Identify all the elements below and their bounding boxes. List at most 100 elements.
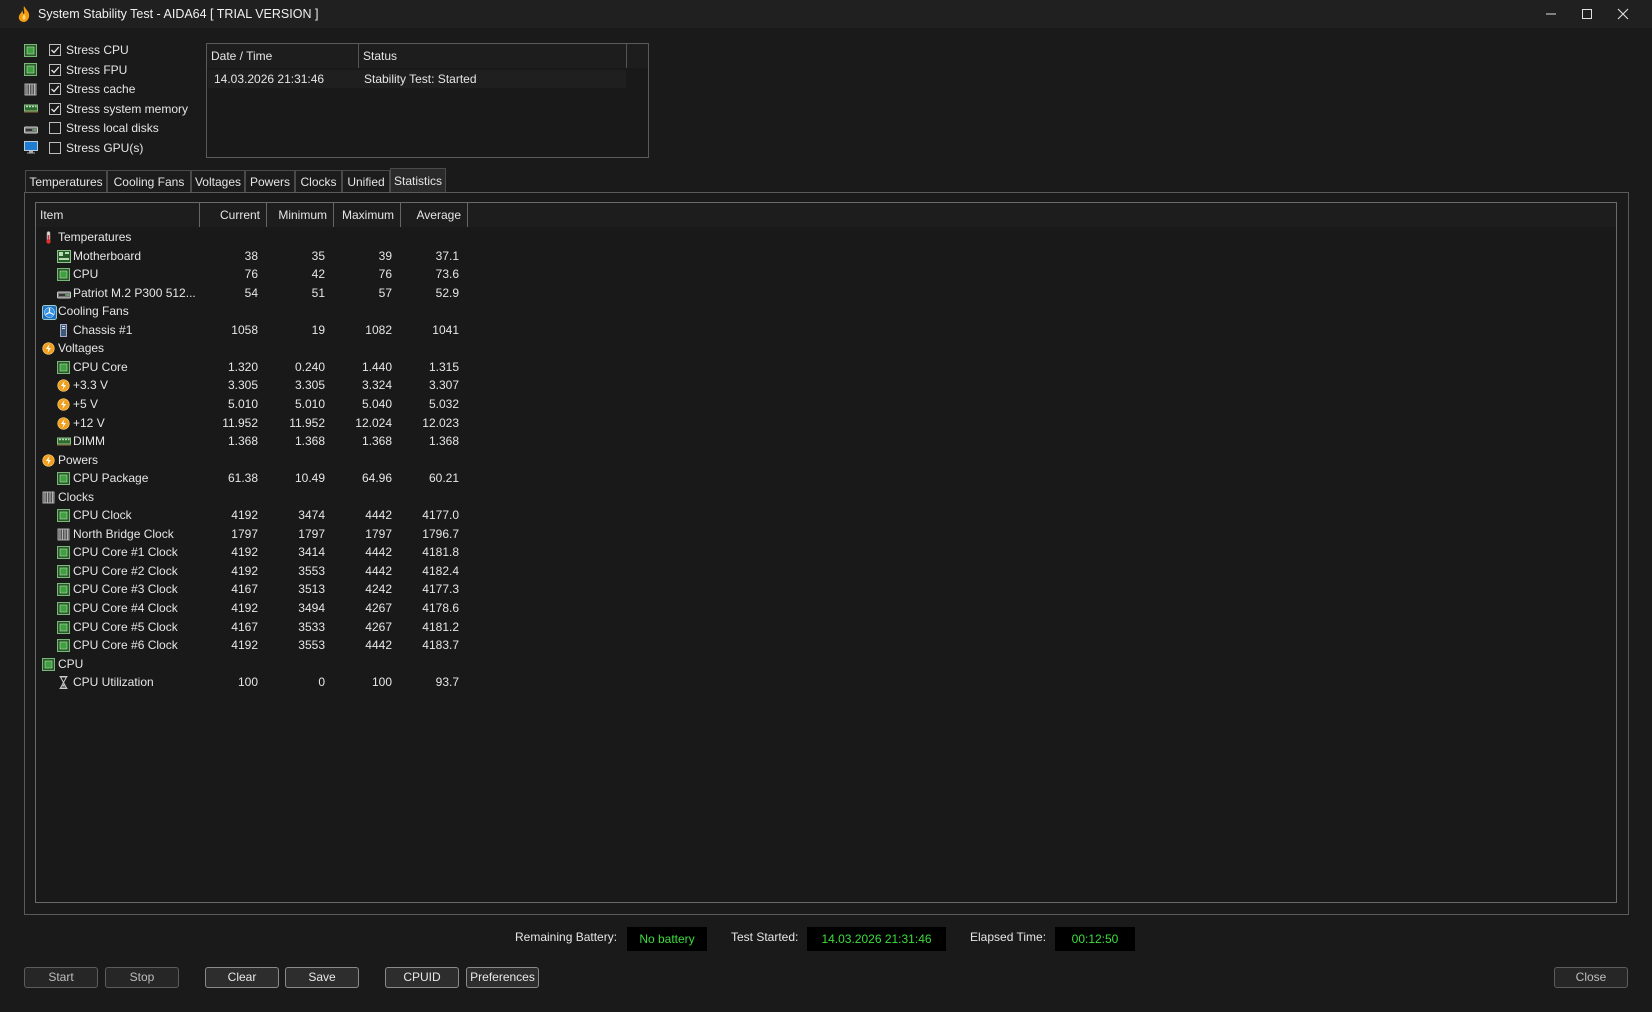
hourglass-icon bbox=[57, 676, 70, 690]
log-col-datetime[interactable]: Date / Time bbox=[207, 44, 359, 68]
group-row[interactable]: Clocks bbox=[36, 488, 1616, 507]
table-row[interactable]: CPU Core #1 Clock 4192 3414 4442 4181.8 bbox=[36, 543, 1616, 562]
table-row[interactable]: CPU Core #3 Clock 4167 3513 4242 4177.3 bbox=[36, 580, 1616, 599]
table-row[interactable]: +5 V 5.010 5.010 5.040 5.032 bbox=[36, 395, 1616, 414]
tab-temperatures[interactable]: Temperatures bbox=[25, 170, 107, 192]
group-label: Cooling Fans bbox=[58, 304, 129, 319]
statistics-list[interactable]: Item Current Minimum Maximum Average Tem… bbox=[35, 202, 1617, 903]
table-row[interactable]: CPU Clock 4192 3474 4442 4177.0 bbox=[36, 506, 1616, 525]
group-row[interactable]: Cooling Fans bbox=[36, 302, 1616, 321]
table-row[interactable]: Chassis #1 1058 19 1082 1041 bbox=[36, 321, 1616, 340]
value-maximum: 4442 bbox=[365, 563, 392, 578]
log-header: Date / Time Status bbox=[207, 44, 648, 68]
option-stress-system-memory[interactable]: Stress system memory bbox=[24, 100, 188, 118]
table-row[interactable]: CPU Core #5 Clock 4167 3533 4267 4181.2 bbox=[36, 618, 1616, 637]
group-label: CPU bbox=[58, 656, 84, 671]
option-stress-gpu-s[interactable]: Stress GPU(s) bbox=[24, 139, 143, 157]
group-row[interactable]: CPU bbox=[36, 655, 1616, 674]
log-datetime: 14.03.2026 21:31:46 bbox=[214, 72, 325, 86]
value-maximum: 4442 bbox=[365, 545, 392, 560]
item-label: CPU bbox=[73, 267, 99, 282]
item-label: CPU Package bbox=[73, 471, 149, 486]
table-row[interactable]: Patriot M.2 P300 512... 54 51 57 52.9 bbox=[36, 284, 1616, 303]
stress-cpu-checkbox[interactable] bbox=[49, 44, 61, 56]
value-current: 3.305 bbox=[227, 378, 258, 393]
stress-fpu-checkbox[interactable] bbox=[49, 63, 61, 76]
table-row[interactable]: CPU Core #2 Clock 4192 3553 4442 4182.4 bbox=[36, 562, 1616, 581]
item-label: +5 V bbox=[73, 396, 99, 411]
col-current[interactable]: Current bbox=[200, 203, 267, 227]
value-current: 1058 bbox=[231, 322, 258, 337]
value-minimum: 3553 bbox=[298, 563, 325, 578]
stress-cache-checkbox[interactable] bbox=[49, 83, 61, 95]
cpu-chip-icon bbox=[57, 602, 70, 615]
start-button[interactable]: Start bbox=[24, 967, 98, 988]
stress-system-memory-checkbox[interactable] bbox=[49, 102, 61, 115]
table-row[interactable]: CPU Core #4 Clock 4192 3494 4267 4178.6 bbox=[36, 599, 1616, 618]
option-stress-cache[interactable]: Stress cache bbox=[24, 80, 135, 98]
value-average: 1796.7 bbox=[422, 526, 459, 541]
value-maximum: 4267 bbox=[365, 601, 392, 615]
table-row[interactable]: CPU Utilization 100 0 100 93.7 bbox=[36, 673, 1616, 692]
value-average: 52.9 bbox=[435, 285, 459, 300]
close-icon bbox=[1617, 8, 1629, 20]
table-row[interactable]: CPU Package 61.38 10.49 64.96 60.21 bbox=[36, 469, 1616, 488]
value-average: 4181.2 bbox=[422, 619, 459, 634]
group-row[interactable]: Temperatures bbox=[36, 228, 1616, 247]
group-row[interactable]: Voltages bbox=[36, 339, 1616, 358]
maximize-icon bbox=[1582, 9, 1592, 19]
option-stress-fpu[interactable]: Stress FPU bbox=[24, 61, 127, 79]
cpu-chip-icon bbox=[57, 360, 70, 374]
value-minimum: 3513 bbox=[298, 582, 325, 597]
tab-voltages[interactable]: Voltages bbox=[191, 170, 245, 192]
table-row[interactable]: +3.3 V 3.305 3.305 3.324 3.307 bbox=[36, 376, 1616, 395]
stress-system-memory-label: Stress system memory bbox=[66, 101, 189, 116]
value-minimum: 19 bbox=[311, 322, 325, 337]
tab-unified[interactable]: Unified bbox=[342, 170, 390, 192]
value-minimum: 3414 bbox=[298, 545, 325, 560]
value-minimum: 3533 bbox=[298, 619, 325, 634]
col-maximum[interactable]: Maximum bbox=[334, 203, 401, 227]
chassis-icon bbox=[57, 323, 70, 337]
table-row[interactable]: CPU Core 1.320 0.240 1.440 1.315 bbox=[36, 358, 1616, 377]
tab-statistics[interactable]: Statistics bbox=[390, 168, 446, 192]
event-log: Date / Time Status 14.03.2026 21:31:46 S… bbox=[206, 43, 649, 158]
stress-cache-label: Stress cache bbox=[66, 82, 136, 96]
clear-button[interactable]: Clear bbox=[205, 967, 279, 988]
option-stress-local-disks[interactable]: Stress local disks bbox=[24, 119, 159, 137]
save-button[interactable]: Save bbox=[285, 967, 359, 988]
preferences-button[interactable]: Preferences bbox=[466, 967, 539, 988]
stress-gpu-s-checkbox[interactable] bbox=[49, 141, 61, 154]
table-row[interactable]: North Bridge Clock 1797 1797 1797 1796.7 bbox=[36, 525, 1616, 544]
cpu-chip-icon bbox=[57, 268, 70, 282]
item-label: CPU Core #3 Clock bbox=[73, 582, 178, 597]
table-row[interactable]: DIMM 1.368 1.368 1.368 1.368 bbox=[36, 432, 1616, 451]
table-row[interactable]: +12 V 11.952 11.952 12.024 12.023 bbox=[36, 414, 1616, 433]
value-average: 1.368 bbox=[428, 434, 459, 449]
value-current: 4192 bbox=[231, 508, 258, 523]
table-row[interactable]: CPU Core #6 Clock 4192 3553 4442 4183.7 bbox=[36, 636, 1616, 655]
value-minimum: 0 bbox=[318, 675, 325, 690]
value-maximum: 4267 bbox=[365, 619, 392, 634]
cpuid-button[interactable]: CPUID bbox=[385, 967, 459, 988]
cpu-chip-icon bbox=[57, 546, 70, 560]
value-maximum: 4442 bbox=[365, 638, 392, 653]
tab-clocks[interactable]: Clocks bbox=[295, 170, 342, 192]
value-maximum: 5.040 bbox=[361, 396, 392, 411]
log-col-status[interactable]: Status bbox=[359, 44, 627, 68]
table-row[interactable]: Motherboard 38 35 39 37.1 bbox=[36, 247, 1616, 266]
value-minimum: 3494 bbox=[298, 601, 325, 615]
motherboard-icon bbox=[57, 249, 71, 263]
tab-cooling-fans[interactable]: Cooling Fans bbox=[107, 170, 191, 192]
close-button[interactable]: Close bbox=[1554, 967, 1628, 988]
tab-powers[interactable]: Powers bbox=[245, 170, 295, 192]
stop-button[interactable]: Stop bbox=[105, 967, 179, 988]
col-minimum[interactable]: Minimum bbox=[267, 203, 334, 227]
col-item[interactable]: Item bbox=[36, 203, 200, 227]
col-average[interactable]: Average bbox=[401, 203, 468, 227]
close-window-button[interactable] bbox=[1600, 0, 1646, 28]
option-stress-cpu[interactable]: Stress CPU bbox=[24, 41, 129, 59]
group-row[interactable]: Powers bbox=[36, 451, 1616, 470]
stress-local-disks-checkbox[interactable] bbox=[49, 122, 61, 134]
table-row[interactable]: CPU 76 42 76 73.6 bbox=[36, 265, 1616, 284]
